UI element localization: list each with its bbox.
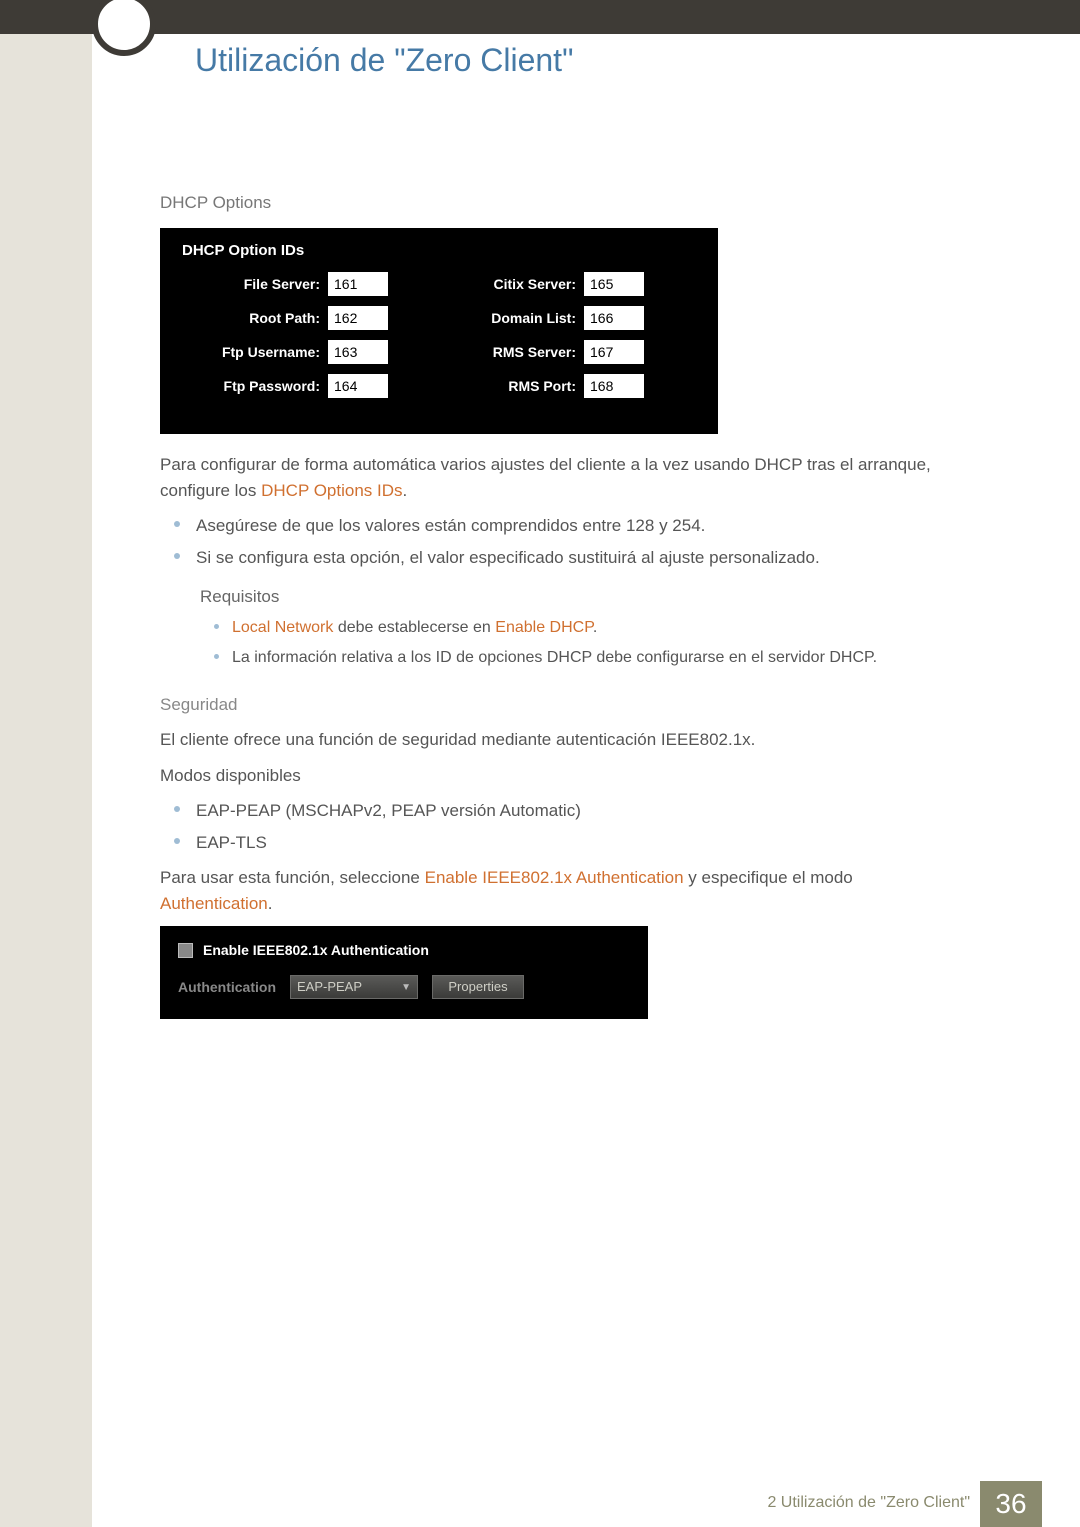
dhcp-row: Root Path: Domain List: xyxy=(178,306,700,330)
security-intro: El cliente ofrece una función de segurid… xyxy=(160,727,1000,753)
security-heading: Seguridad xyxy=(160,692,1000,718)
list-item: La información relativa a los ID de opci… xyxy=(214,646,1000,670)
dhcp-panel-title: DHCP Option IDs xyxy=(178,240,700,263)
enable-dhcp-highlight: Enable DHCP xyxy=(495,619,593,636)
auth-enable-row: Enable IEEE802.1x Authentication xyxy=(178,940,630,961)
list-item: EAP-TLS xyxy=(174,830,1000,856)
local-network-highlight: Local Network xyxy=(232,619,333,636)
text: La información relativa a los ID de opci… xyxy=(232,649,877,666)
dhcp-label-rms-port: RMS Port: xyxy=(448,376,584,397)
text: EAP-TLS xyxy=(196,833,267,852)
authentication-select[interactable]: EAP-PEAP ▼ xyxy=(290,975,418,999)
chevron-down-icon: ▼ xyxy=(401,980,411,995)
authentication-highlight: Authentication xyxy=(160,894,268,913)
enable-ieee-checkbox[interactable] xyxy=(178,943,193,958)
enable-ieee-label: Enable IEEE802.1x Authentication xyxy=(203,940,429,961)
list-item: EAP-PEAP (MSCHAPv2, PEAP versión Automat… xyxy=(174,798,1000,824)
dhcp-paragraph: Para configurar de forma automática vari… xyxy=(160,452,1000,503)
dhcp-label-rms-server: RMS Server: xyxy=(448,342,584,363)
dhcp-input-ftp-username[interactable] xyxy=(328,340,388,364)
dhcp-row: Ftp Password: RMS Port: xyxy=(178,374,700,398)
dhcp-label-domain-list: Domain List: xyxy=(448,308,584,329)
text: . xyxy=(268,894,273,913)
dhcp-section-label: DHCP Options xyxy=(160,190,1000,216)
text: . xyxy=(593,619,597,636)
list-item: Local Network debe establecerse en Enabl… xyxy=(214,616,1000,640)
text: EAP-PEAP (MSCHAPv2, PEAP versión Automat… xyxy=(196,801,581,820)
dhcp-input-ftp-password[interactable] xyxy=(328,374,388,398)
modes-label: Modos disponibles xyxy=(160,763,1000,789)
footer: 2 Utilización de "Zero Client" 36 xyxy=(0,1481,1080,1527)
text: y especifique el modo xyxy=(684,868,853,887)
page-title: Utilización de "Zero Client" xyxy=(195,36,573,84)
dhcp-row: Ftp Username: RMS Server: xyxy=(178,340,700,364)
authentication-select-value: EAP-PEAP xyxy=(297,977,362,997)
dhcp-input-rms-server[interactable] xyxy=(584,340,644,364)
text: . xyxy=(403,481,408,500)
page-content: DHCP Options DHCP Option IDs File Server… xyxy=(160,190,1000,1019)
requirements-list: Local Network debe establecerse en Enabl… xyxy=(200,616,1000,670)
text: Asegúrese de que los valores están compr… xyxy=(196,516,705,535)
list-item: Si se configura esta opción, el valor es… xyxy=(174,545,1000,571)
dhcp-input-domain-list[interactable] xyxy=(584,306,644,330)
dhcp-input-root-path[interactable] xyxy=(328,306,388,330)
text: Para usar esta función, seleccione xyxy=(160,868,425,887)
requirements-title: Requisitos xyxy=(200,584,1000,610)
modes-list: EAP-PEAP (MSCHAPv2, PEAP versión Automat… xyxy=(160,798,1000,855)
left-rail xyxy=(0,0,92,1527)
header-bar xyxy=(0,0,1080,34)
security-use-paragraph: Para usar esta función, seleccione Enabl… xyxy=(160,865,1000,916)
requirements-block: Requisitos Local Network debe establecer… xyxy=(200,584,1000,670)
properties-button[interactable]: Properties xyxy=(432,975,524,999)
dhcp-label-citix-server: Citix Server: xyxy=(448,274,584,295)
enable-ieee-highlight: Enable IEEE802.1x Authentication xyxy=(425,868,684,887)
dhcp-options-panel: DHCP Option IDs File Server: Citix Serve… xyxy=(160,228,718,435)
dhcp-options-ids-highlight: DHCP Options IDs xyxy=(261,481,402,500)
dhcp-input-file-server[interactable] xyxy=(328,272,388,296)
authentication-label: Authentication xyxy=(178,977,276,998)
dhcp-input-citix-server[interactable] xyxy=(584,272,644,296)
dhcp-label-ftp-password: Ftp Password: xyxy=(178,376,328,397)
properties-button-label: Properties xyxy=(448,977,507,997)
dhcp-label-root-path: Root Path: xyxy=(178,308,328,329)
dhcp-row: File Server: Citix Server: xyxy=(178,272,700,296)
text: Si se configura esta opción, el valor es… xyxy=(196,548,820,567)
dhcp-input-rms-port[interactable] xyxy=(584,374,644,398)
dhcp-label-ftp-username: Ftp Username: xyxy=(178,342,328,363)
page-number: 36 xyxy=(980,1481,1042,1527)
list-item: Asegúrese de que los valores están compr… xyxy=(174,513,1000,539)
dhcp-bullet-list: Asegúrese de que los valores están compr… xyxy=(160,513,1000,570)
text: debe establecerse en xyxy=(333,619,495,636)
dhcp-label-file-server: File Server: xyxy=(178,274,328,295)
auth-panel: Enable IEEE802.1x Authentication Authent… xyxy=(160,926,648,1019)
auth-mode-row: Authentication EAP-PEAP ▼ Properties xyxy=(178,975,630,999)
footer-text: 2 Utilización de "Zero Client" xyxy=(767,1491,970,1515)
chapter-circle-icon xyxy=(92,0,156,56)
